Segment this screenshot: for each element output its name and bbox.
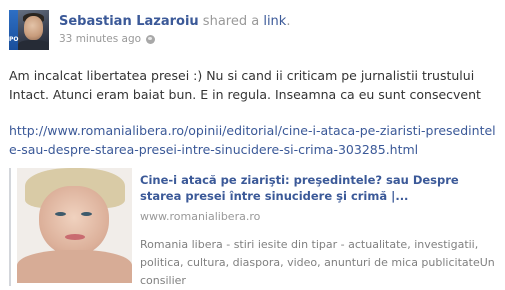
link-attachment: Cine-i atacă pe ziarişti: preşedintele? … (9, 168, 505, 287)
post-meta: 33 minutes ago (59, 33, 156, 45)
timestamp-link[interactable]: 33 minutes ago (59, 33, 141, 45)
avatar-suit (18, 40, 49, 50)
avatar-badge (9, 10, 18, 50)
attachment-domain: www.romanialibera.ro (140, 210, 261, 223)
author-name-link[interactable]: Sebastian Lazaroiu (59, 14, 199, 29)
link-word[interactable]: link (263, 14, 286, 29)
attachment-title-link[interactable]: Cine-i atacă pe ziarişti: preşedintele? … (140, 172, 500, 204)
header-period: . (286, 14, 291, 29)
post-message: Am incalcat libertatea presei :) Nu si c… (9, 68, 481, 102)
globe-icon[interactable] (146, 34, 156, 44)
shared-action-text: shared a (198, 14, 264, 29)
attachment-thumbnail[interactable] (17, 168, 132, 283)
author-avatar[interactable]: PO (9, 10, 49, 50)
attachment-description: Romania libera - stiri iesite din tipar … (140, 238, 495, 287)
post-header: Sebastian Lazaroiu shared a link. (59, 14, 290, 29)
avatar-badge-text: PO (9, 36, 19, 43)
post-url-link[interactable]: http://www.romanialibera.ro/opinii/edito… (9, 121, 501, 159)
avatar-face (24, 16, 43, 40)
